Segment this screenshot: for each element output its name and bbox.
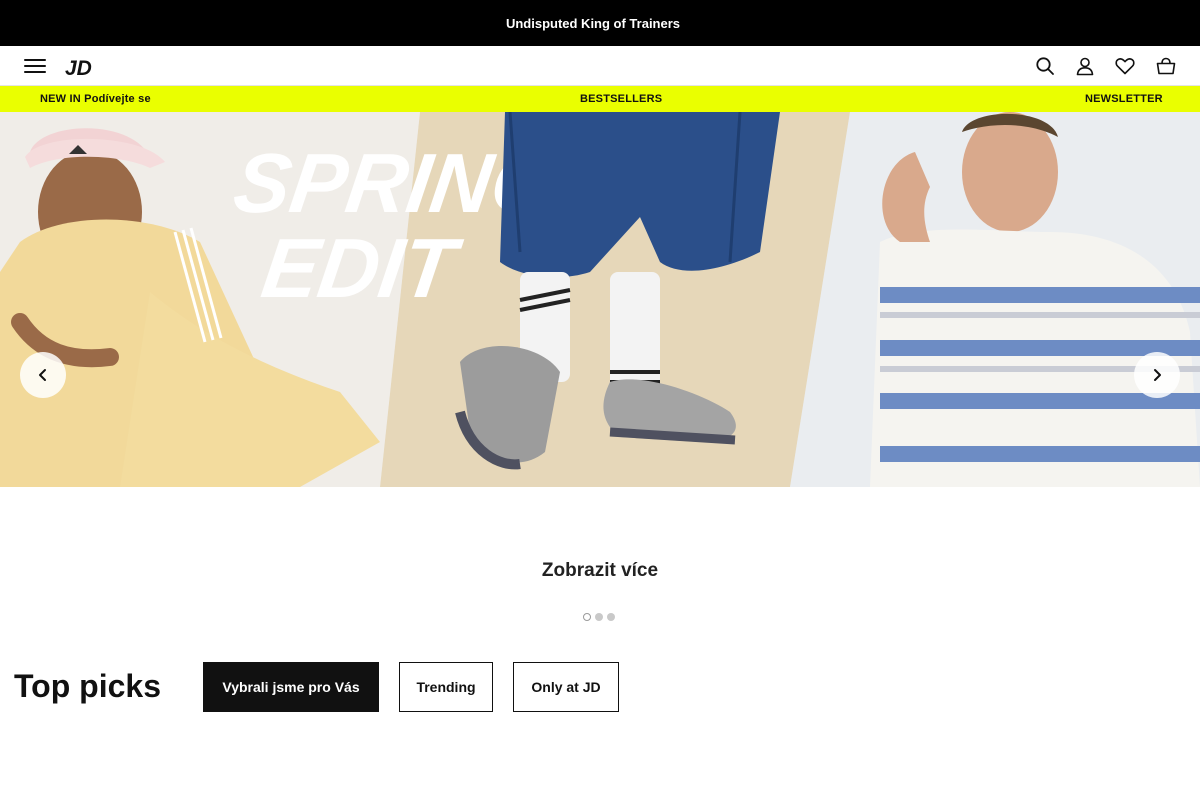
user-icon[interactable] bbox=[1074, 55, 1096, 77]
carousel-dots bbox=[583, 613, 615, 621]
tab-trending[interactable]: Trending bbox=[399, 662, 493, 712]
subnav-new-in-link[interactable]: NEW IN Podívejte se bbox=[40, 93, 151, 105]
promo-text[interactable]: Undisputed King of Trainers bbox=[506, 16, 680, 31]
chevron-right-icon bbox=[1154, 369, 1161, 381]
view-more-link[interactable]: Zobrazit více bbox=[542, 560, 658, 581]
carousel-dot-1[interactable] bbox=[583, 613, 591, 621]
search-icon[interactable] bbox=[1034, 55, 1056, 77]
carousel-dot-2[interactable] bbox=[595, 613, 603, 621]
promo-bar[interactable]: Undisputed King of Trainers bbox=[0, 0, 1200, 46]
chevron-left-icon bbox=[39, 369, 46, 381]
heart-icon[interactable] bbox=[1114, 55, 1136, 77]
promo-subnav: NEW IN Podívejte se BESTSELLERS NEWSLETT… bbox=[0, 86, 1200, 112]
tab-picked-for-you[interactable]: Vybrali jsme pro Vás bbox=[203, 662, 379, 712]
subnav-newsletter-link[interactable]: NEWSLETTER bbox=[1085, 93, 1163, 105]
hamburger-menu-icon[interactable] bbox=[24, 58, 46, 74]
site-header: JD bbox=[0, 46, 1200, 86]
hero-banner[interactable]: SPRING EDIT bbox=[0, 112, 1200, 487]
view-more-container: Zobrazit více bbox=[0, 560, 1200, 582]
basket-icon[interactable] bbox=[1155, 55, 1177, 77]
tab-only-at-jd[interactable]: Only at JD bbox=[513, 662, 619, 712]
carousel-dot-3[interactable] bbox=[607, 613, 615, 621]
jd-logo[interactable]: JD bbox=[64, 56, 96, 78]
carousel-prev-button[interactable] bbox=[20, 352, 66, 398]
subnav-bestsellers-link[interactable]: BESTSELLERS bbox=[580, 93, 662, 105]
carousel-next-button[interactable] bbox=[1134, 352, 1180, 398]
top-picks-heading: Top picks bbox=[14, 668, 161, 704]
logo-text: JD bbox=[65, 57, 92, 78]
hero-image: SPRING EDIT bbox=[0, 112, 1200, 487]
hero-headline-line2: EDIT bbox=[256, 221, 467, 315]
